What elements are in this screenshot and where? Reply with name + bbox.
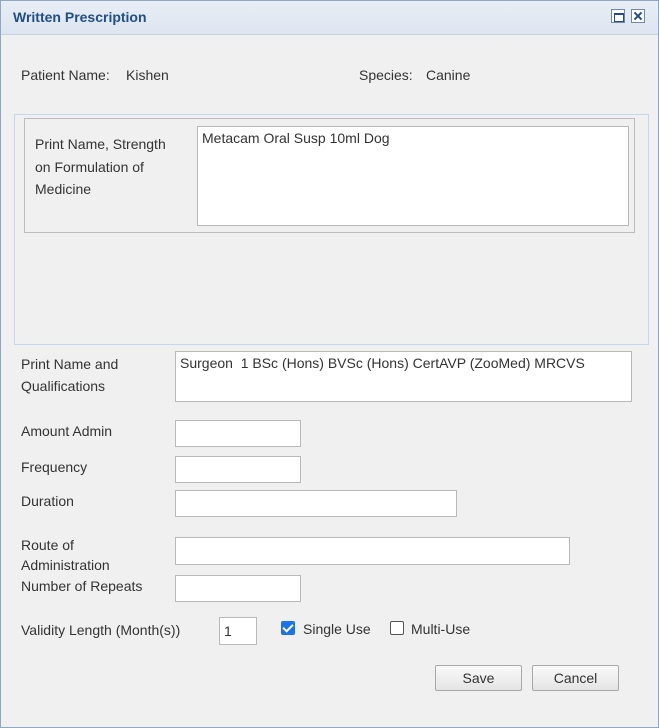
qualifications-textarea[interactable]: Surgeon 1 BSc (Hons) BVSc (Hons) CertAVP… (175, 351, 632, 402)
duration-label: Duration (21, 493, 74, 509)
close-icon[interactable] (631, 9, 645, 23)
validity-input[interactable] (219, 617, 257, 645)
save-button[interactable]: Save (435, 665, 522, 691)
route-label: Route of Administration (21, 537, 110, 573)
amount-admin-input[interactable] (175, 420, 301, 447)
species-label: Species: (359, 67, 413, 83)
patient-name-label: Patient Name: (21, 67, 110, 83)
amount-admin-label: Amount Admin (21, 423, 113, 439)
species-value: Canine (426, 67, 471, 83)
medicine-textarea[interactable]: Metacam Oral Susp 10ml Dog (197, 126, 629, 226)
duration-input[interactable] (175, 490, 457, 517)
medicine-label: Print Name, Strength on Formulation of M… (35, 136, 166, 197)
written-prescription-dialog: Written Prescription Patient Name: Kishe… (0, 0, 659, 728)
dialog-title: Written Prescription (13, 9, 147, 25)
medicine-panel: Print Name, Strength on Formulation of M… (14, 114, 649, 345)
multi-use-checkbox[interactable] (390, 621, 404, 635)
single-use-label: Single Use (303, 621, 371, 637)
frequency-input[interactable] (175, 456, 301, 483)
frequency-label: Frequency (21, 459, 88, 475)
validity-label: Validity Length (Month(s)) (21, 622, 181, 638)
single-use-checkbox[interactable] (281, 621, 295, 635)
qualifications-label: Print Name and Qualifications (21, 356, 119, 394)
repeats-label: Number of Repeats (21, 578, 143, 594)
title-bar[interactable]: Written Prescription (1, 1, 658, 35)
medicine-fieldset: Print Name, Strength on Formulation of M… (24, 118, 635, 233)
route-input[interactable] (175, 537, 570, 565)
cancel-button[interactable]: Cancel (532, 665, 619, 691)
patient-name-value: Kishen (126, 67, 169, 83)
multi-use-label: Multi-Use (411, 621, 471, 637)
repeats-input[interactable] (175, 575, 301, 602)
maximize-icon[interactable] (611, 9, 625, 23)
